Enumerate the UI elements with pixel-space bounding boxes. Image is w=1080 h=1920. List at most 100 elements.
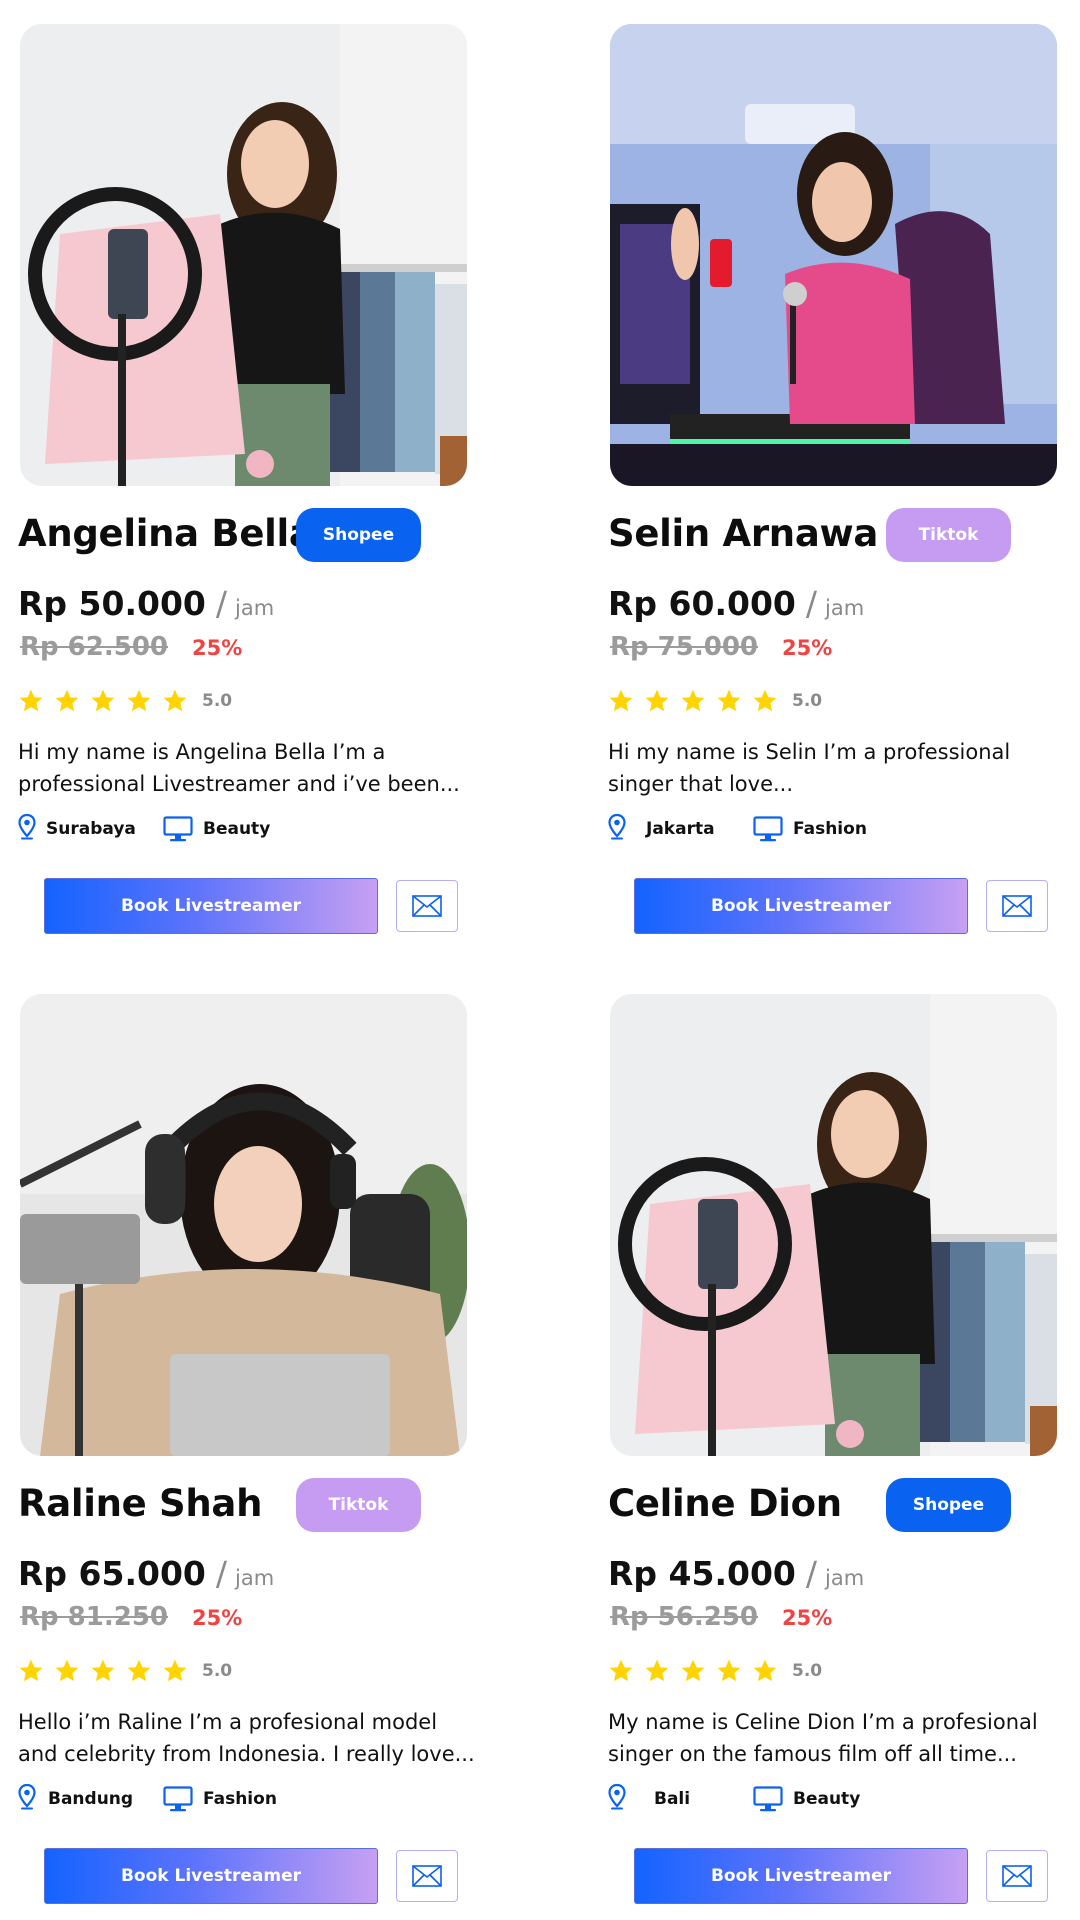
category-label: Beauty xyxy=(793,1789,861,1809)
star-icon xyxy=(609,689,633,712)
rating-stars: 5.0 xyxy=(608,1658,822,1684)
livestreamer-card[interactable]: Celine Dion Shopee Rp 45.000 / jam Rp 56… xyxy=(608,994,1058,1914)
category-label: Beauty xyxy=(203,819,271,839)
price-unit: jam xyxy=(235,596,275,620)
location-city: Bandung xyxy=(48,1789,134,1809)
category-label: Fashion xyxy=(203,1789,277,1809)
star-icon xyxy=(753,689,777,712)
discount-badge: 25% xyxy=(782,636,833,660)
envelope-icon xyxy=(1002,895,1032,917)
book-livestreamer-button[interactable]: Book Livestreamer xyxy=(634,878,968,934)
livestreamer-card[interactable]: Selin Arnawa Tiktok Rp 60.000 / jam Rp 7… xyxy=(608,24,1058,944)
star-icon xyxy=(19,689,43,712)
star-icon xyxy=(55,689,79,712)
message-button[interactable] xyxy=(396,1850,458,1902)
profile-photo[interactable] xyxy=(20,24,467,486)
meta-row: Jakarta Fashion xyxy=(608,810,1058,842)
hourly-price: Rp 60.000 xyxy=(608,584,796,623)
star-icon xyxy=(163,1659,187,1682)
rating-value: 5.0 xyxy=(792,691,823,711)
star-icon xyxy=(127,1659,151,1682)
platform-badge-tiktok[interactable]: Tiktok xyxy=(296,1478,421,1532)
envelope-icon xyxy=(412,895,442,917)
star-icon xyxy=(681,689,705,712)
location-city: Surabaya xyxy=(46,819,136,839)
star-icon xyxy=(645,689,669,712)
profile-photo[interactable] xyxy=(610,994,1057,1456)
monitor-icon xyxy=(753,816,783,842)
monitor-icon xyxy=(753,1786,783,1812)
star-icon xyxy=(717,689,741,712)
envelope-icon xyxy=(412,1865,442,1887)
price-row: Rp 60.000 / jam xyxy=(608,584,864,623)
livestreamer-name: Selin Arnawa xyxy=(608,512,879,555)
discount-badge: 25% xyxy=(782,1606,833,1630)
star-icon xyxy=(163,689,187,712)
monitor-icon xyxy=(163,816,193,842)
message-button[interactable] xyxy=(986,1850,1048,1902)
location-pin-icon xyxy=(608,1784,626,1810)
message-button[interactable] xyxy=(396,880,458,932)
hourly-price: Rp 45.000 xyxy=(608,1554,796,1593)
rating-stars: 5.0 xyxy=(18,1658,232,1684)
monitor-icon xyxy=(163,1786,193,1812)
rating-value: 5.0 xyxy=(792,1661,823,1681)
price-separator: / xyxy=(805,1554,817,1593)
meta-row: Surabaya Beauty xyxy=(18,810,468,842)
location-pin-icon xyxy=(18,814,36,840)
location-pin-icon xyxy=(608,814,626,840)
original-price: Rp 56.250 xyxy=(610,1602,759,1632)
price-separator: / xyxy=(805,584,817,623)
description: Hi my name is Angelina Bella I’m a profe… xyxy=(18,740,460,796)
platform-badge-shopee[interactable]: Shopee xyxy=(886,1478,1011,1532)
category-label: Fashion xyxy=(793,819,867,839)
envelope-icon xyxy=(1002,1865,1032,1887)
star-icon xyxy=(609,1659,633,1682)
rating-stars: 5.0 xyxy=(608,688,822,714)
book-livestreamer-button[interactable]: Book Livestreamer xyxy=(44,1848,378,1904)
star-icon xyxy=(645,1659,669,1682)
livestreamer-name: Celine Dion xyxy=(608,1482,842,1525)
message-button[interactable] xyxy=(986,880,1048,932)
livestreamer-card[interactable]: Angelina Bella Shopee Rp 50.000 / jam Rp… xyxy=(18,24,468,944)
star-icon xyxy=(681,1659,705,1682)
price-unit: jam xyxy=(825,1566,865,1590)
description: Hello i’m Raline I’m a profesional model… xyxy=(18,1710,475,1766)
rating-value: 5.0 xyxy=(202,691,233,711)
book-livestreamer-button[interactable]: Book Livestreamer xyxy=(44,878,378,934)
star-icon xyxy=(55,1659,79,1682)
original-price: Rp 81.250 xyxy=(20,1602,169,1632)
original-price: Rp 62.500 xyxy=(20,632,169,662)
original-price-row: Rp 75.000 25% xyxy=(610,632,832,662)
location-pin-icon xyxy=(18,1784,36,1810)
book-livestreamer-button[interactable]: Book Livestreamer xyxy=(634,1848,968,1904)
price-unit: jam xyxy=(825,596,865,620)
platform-badge-tiktok[interactable]: Tiktok xyxy=(886,508,1011,562)
rating-stars: 5.0 xyxy=(18,688,232,714)
original-price-row: Rp 62.500 25% xyxy=(20,632,242,662)
price-row: Rp 50.000 / jam xyxy=(18,584,274,623)
profile-photo[interactable] xyxy=(20,994,467,1456)
profile-photo[interactable] xyxy=(610,24,1057,486)
price-unit: jam xyxy=(235,1566,275,1590)
price-separator: / xyxy=(215,1554,227,1593)
star-icon xyxy=(91,1659,115,1682)
livestreamer-name: Raline Shah xyxy=(18,1482,263,1525)
description: My name is Celine Dion I’m a profesional… xyxy=(608,1710,1038,1766)
rating-value: 5.0 xyxy=(202,1661,233,1681)
price-row: Rp 65.000 / jam xyxy=(18,1554,274,1593)
location-city: Jakarta xyxy=(646,819,715,839)
discount-badge: 25% xyxy=(192,636,243,660)
star-icon xyxy=(753,1659,777,1682)
location-city: Bali xyxy=(654,1789,691,1809)
discount-badge: 25% xyxy=(192,1606,243,1630)
meta-row: Bandung Fashion xyxy=(18,1780,468,1812)
livestreamer-card[interactable]: Raline Shah Tiktok Rp 65.000 / jam Rp 81… xyxy=(18,994,475,1914)
description: Hi my name is Selin I’m a professional s… xyxy=(608,740,1011,796)
original-price-row: Rp 56.250 25% xyxy=(610,1602,832,1632)
price-separator: / xyxy=(215,584,227,623)
hourly-price: Rp 50.000 xyxy=(18,584,206,623)
star-icon xyxy=(91,689,115,712)
platform-badge-shopee[interactable]: Shopee xyxy=(296,508,421,562)
price-row: Rp 45.000 / jam xyxy=(608,1554,864,1593)
